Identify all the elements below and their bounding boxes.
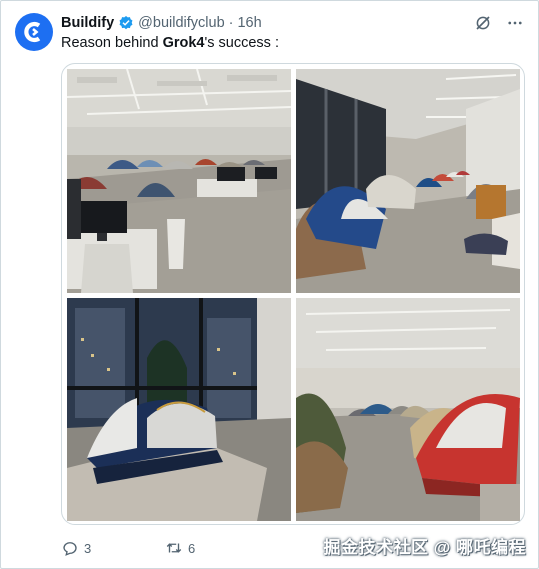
media-grid bbox=[61, 63, 525, 525]
author-name[interactable]: Buildify bbox=[61, 15, 114, 31]
office-tents-photo-4[interactable] bbox=[296, 298, 520, 521]
reply-button[interactable]: 3 bbox=[61, 539, 165, 557]
verified-badge-icon bbox=[119, 16, 133, 30]
buildify-logo-icon bbox=[24, 21, 41, 43]
tweet-text-bold: Grok4 bbox=[162, 35, 205, 51]
office-tents-photo-3[interactable] bbox=[67, 298, 291, 521]
office-tents-photo-2[interactable] bbox=[296, 69, 520, 293]
separator: · bbox=[228, 15, 234, 31]
reply-count: 3 bbox=[84, 540, 92, 556]
watermark: 掘金技术社区 @ 哪吒编程 bbox=[323, 538, 526, 557]
tweet-text: Reason behind Grok4's success : bbox=[61, 35, 279, 51]
reply-icon bbox=[63, 542, 77, 556]
tweet-text-suffix: 's success : bbox=[204, 35, 279, 51]
avatar[interactable] bbox=[15, 13, 53, 51]
retweet-count: 6 bbox=[188, 540, 196, 556]
author-handle[interactable]: @buildifyclub bbox=[138, 15, 224, 31]
post-time[interactable]: 16h bbox=[237, 15, 261, 31]
retweet-icon bbox=[166, 543, 182, 553]
grok-icon[interactable] bbox=[474, 14, 492, 32]
retweet-button[interactable]: 6 bbox=[165, 539, 271, 557]
tweet-text-prefix: Reason behind bbox=[61, 35, 163, 51]
tweet-header: Buildify @buildifyclub · 16h bbox=[61, 13, 524, 33]
office-tents-photo-1[interactable] bbox=[67, 69, 291, 293]
more-dots-icon[interactable] bbox=[506, 14, 524, 32]
tweet-card: Buildify @buildifyclub · 16h Reason behi… bbox=[0, 0, 539, 569]
